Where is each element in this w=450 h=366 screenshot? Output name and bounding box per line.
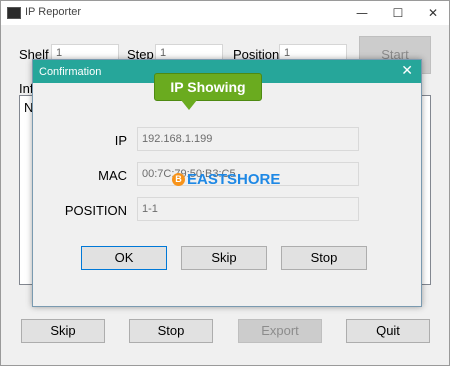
watermark-text: EASTSHORE (187, 171, 281, 188)
ip-field[interactable]: 192.168.1.199 (137, 127, 359, 151)
maximize-icon[interactable]: ☐ (382, 3, 414, 23)
ip-label: IP (114, 133, 127, 148)
app-icon (7, 7, 21, 19)
quit-button[interactable]: Quit (346, 319, 430, 343)
window-title: IP Reporter (25, 6, 82, 18)
bitcoin-icon: B (172, 173, 185, 186)
dialog-stop-button[interactable]: Stop (281, 246, 367, 270)
dialog-skip-button[interactable]: Skip (181, 246, 267, 270)
title-bar: IP Reporter — ☐ ✕ (1, 1, 449, 25)
stop-button[interactable]: Stop (129, 319, 213, 343)
position-field-label: POSITION (64, 203, 127, 218)
dialog-close-icon[interactable]: ✕ (401, 63, 413, 79)
position-field[interactable]: 1-1 (137, 197, 359, 221)
close-icon[interactable]: ✕ (417, 3, 449, 23)
ok-button[interactable]: OK (81, 246, 167, 270)
export-button[interactable]: Export (238, 319, 322, 343)
mac-label: MAC (98, 168, 127, 183)
skip-button[interactable]: Skip (21, 319, 105, 343)
minimize-icon[interactable]: — (346, 3, 378, 23)
dialog-title: Confirmation (39, 66, 102, 78)
callout-pointer (181, 100, 197, 110)
ip-showing-callout: IP Showing (154, 73, 262, 101)
